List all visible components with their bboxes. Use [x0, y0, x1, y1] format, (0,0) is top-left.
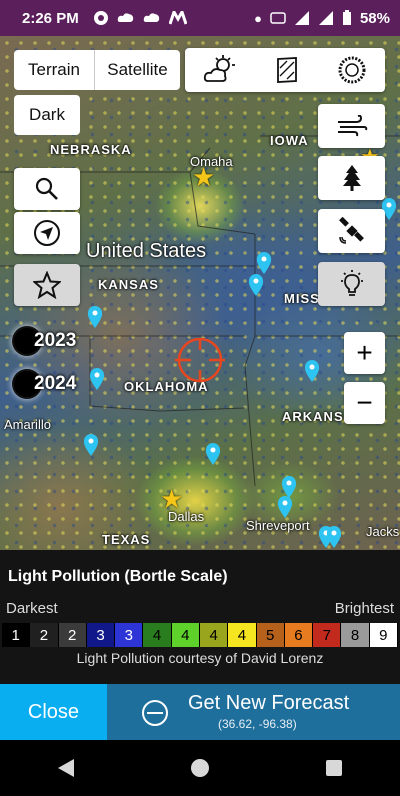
label-nebraska: NEBRASKA	[50, 142, 132, 157]
eclipse-2024-label: 2024	[34, 373, 77, 394]
recent-apps-icon[interactable]	[325, 760, 342, 776]
bortle-scale-cell: 7	[313, 623, 342, 647]
location-pin-icon[interactable]	[281, 476, 297, 498]
signal-icon	[318, 11, 333, 25]
overlay-toggle-group	[185, 48, 385, 92]
get-new-forecast-button[interactable]: Get New Forecast (36.62, -96.38)	[108, 684, 400, 740]
bortle-scale-cell: 4	[199, 623, 229, 647]
notification-icons	[93, 10, 187, 26]
legend-title: Light Pollution (Bortle Scale)	[8, 568, 228, 585]
bortle-scale-cell: 4	[143, 623, 172, 647]
bortle-scale-cell: 6	[284, 623, 314, 647]
favorite-star-icon[interactable]: ★	[192, 164, 215, 190]
bortle-scale-cell: 2	[58, 623, 87, 647]
signal-icon	[294, 11, 309, 25]
favorite-star-icon[interactable]: ★	[160, 486, 183, 512]
layer-dark-button[interactable]: Dark	[14, 95, 80, 135]
label-kansas: KANSAS	[98, 277, 159, 292]
bortle-legend: Light Pollution (Bortle Scale) Darkest B…	[0, 550, 400, 684]
bortle-scale-cell: 1	[2, 623, 31, 647]
bortle-scale-cell: 9	[369, 623, 398, 647]
app-m-icon	[168, 11, 187, 25]
android-nav-bar	[0, 740, 400, 796]
legend-darkest-label: Darkest	[6, 600, 58, 617]
star-outline-icon	[33, 271, 61, 299]
location-pin-icon[interactable]	[326, 526, 342, 548]
status-time: 2:26 PM	[22, 9, 79, 27]
label-texas: TEXAS	[102, 532, 151, 547]
legend-credit: Light Pollution courtesy of David Lorenz	[76, 650, 324, 666]
home-icon[interactable]	[190, 759, 209, 777]
location-pin-icon[interactable]	[205, 443, 221, 465]
forecast-label: Get New Forecast	[188, 692, 350, 714]
bortle-scale-cell: 8	[341, 623, 370, 647]
zoom-in-button[interactable]: +	[344, 332, 385, 374]
location-pin-icon[interactable]	[89, 368, 105, 390]
search-icon	[35, 177, 58, 200]
location-pin-icon[interactable]	[83, 434, 99, 456]
close-button[interactable]: Close	[0, 684, 107, 740]
bortle-scale-bar: 12233444456789	[2, 623, 398, 647]
label-country: United States	[86, 240, 207, 262]
wind-toggle-button[interactable]	[318, 104, 385, 148]
aurora-ring-icon[interactable]	[337, 55, 367, 85]
label-arkansas: ARKANS	[282, 409, 344, 424]
label-iowa: IOWA	[270, 133, 309, 148]
eclipse-2023-label: 2023	[34, 330, 77, 351]
forecast-target-icon	[142, 700, 168, 726]
label-jackson: Jacks	[366, 524, 400, 539]
bortle-scale-cell: 5	[256, 623, 285, 647]
chrome-icon	[93, 11, 108, 25]
forest-toggle-button[interactable]	[318, 156, 385, 200]
battery-icon	[342, 10, 351, 25]
forecast-coordinates: (36.62, -96.38)	[218, 717, 297, 731]
light-pollution-toggle-button[interactable]	[318, 262, 385, 306]
cloud-icon	[117, 13, 133, 22]
eclipse-2023-button[interactable]: 2023	[14, 320, 80, 362]
search-button[interactable]	[14, 168, 80, 210]
map-outline-icon[interactable]	[274, 56, 300, 84]
navigation-arrow-icon	[34, 220, 60, 246]
lightbulb-icon	[340, 270, 363, 296]
satellite-icon	[338, 217, 364, 244]
layer-satellite-button[interactable]: Satellite	[94, 50, 180, 90]
bortle-scale-cell: 3	[86, 623, 116, 647]
location-pin-icon[interactable]	[87, 306, 103, 328]
status-bar: 2:26 PM ● 58%	[0, 0, 400, 36]
location-pin-icon[interactable]	[256, 252, 272, 274]
dot-icon: ●	[254, 10, 262, 26]
target-crosshair-icon[interactable]	[175, 336, 225, 384]
my-location-button[interactable]	[14, 212, 80, 254]
bortle-scale-cell: 4	[228, 623, 257, 647]
battery-level: 58%	[359, 9, 390, 27]
bortle-scale-cell: 3	[115, 623, 144, 647]
satellite-toggle-button[interactable]	[318, 209, 385, 253]
location-pin-icon[interactable]	[304, 360, 320, 382]
label-missouri: MISS	[284, 291, 320, 306]
favorites-button[interactable]	[14, 264, 80, 306]
label-shreveport: Shreveport	[246, 518, 310, 533]
label-amarillo: Amarillo	[4, 417, 51, 432]
zoom-out-button[interactable]: −	[344, 382, 385, 424]
eclipse-2024-button[interactable]: 2024	[14, 363, 80, 405]
location-pin-icon[interactable]	[277, 496, 293, 518]
action-bar: Close Get New Forecast (36.62, -96.38)	[0, 684, 400, 740]
bortle-scale-cell: 4	[171, 623, 200, 647]
tree-icon	[342, 165, 361, 191]
weather-cloud-sun-icon[interactable]	[203, 55, 237, 85]
cloud-icon	[143, 13, 159, 22]
volte-icon	[270, 12, 286, 24]
legend-brightest-label: Brightest	[334, 600, 394, 617]
layer-terrain-button[interactable]: Terrain	[14, 50, 94, 90]
back-icon[interactable]	[58, 759, 75, 777]
location-pin-icon[interactable]	[248, 274, 264, 296]
bortle-scale-cell: 2	[30, 623, 59, 647]
wind-icon	[337, 115, 367, 137]
